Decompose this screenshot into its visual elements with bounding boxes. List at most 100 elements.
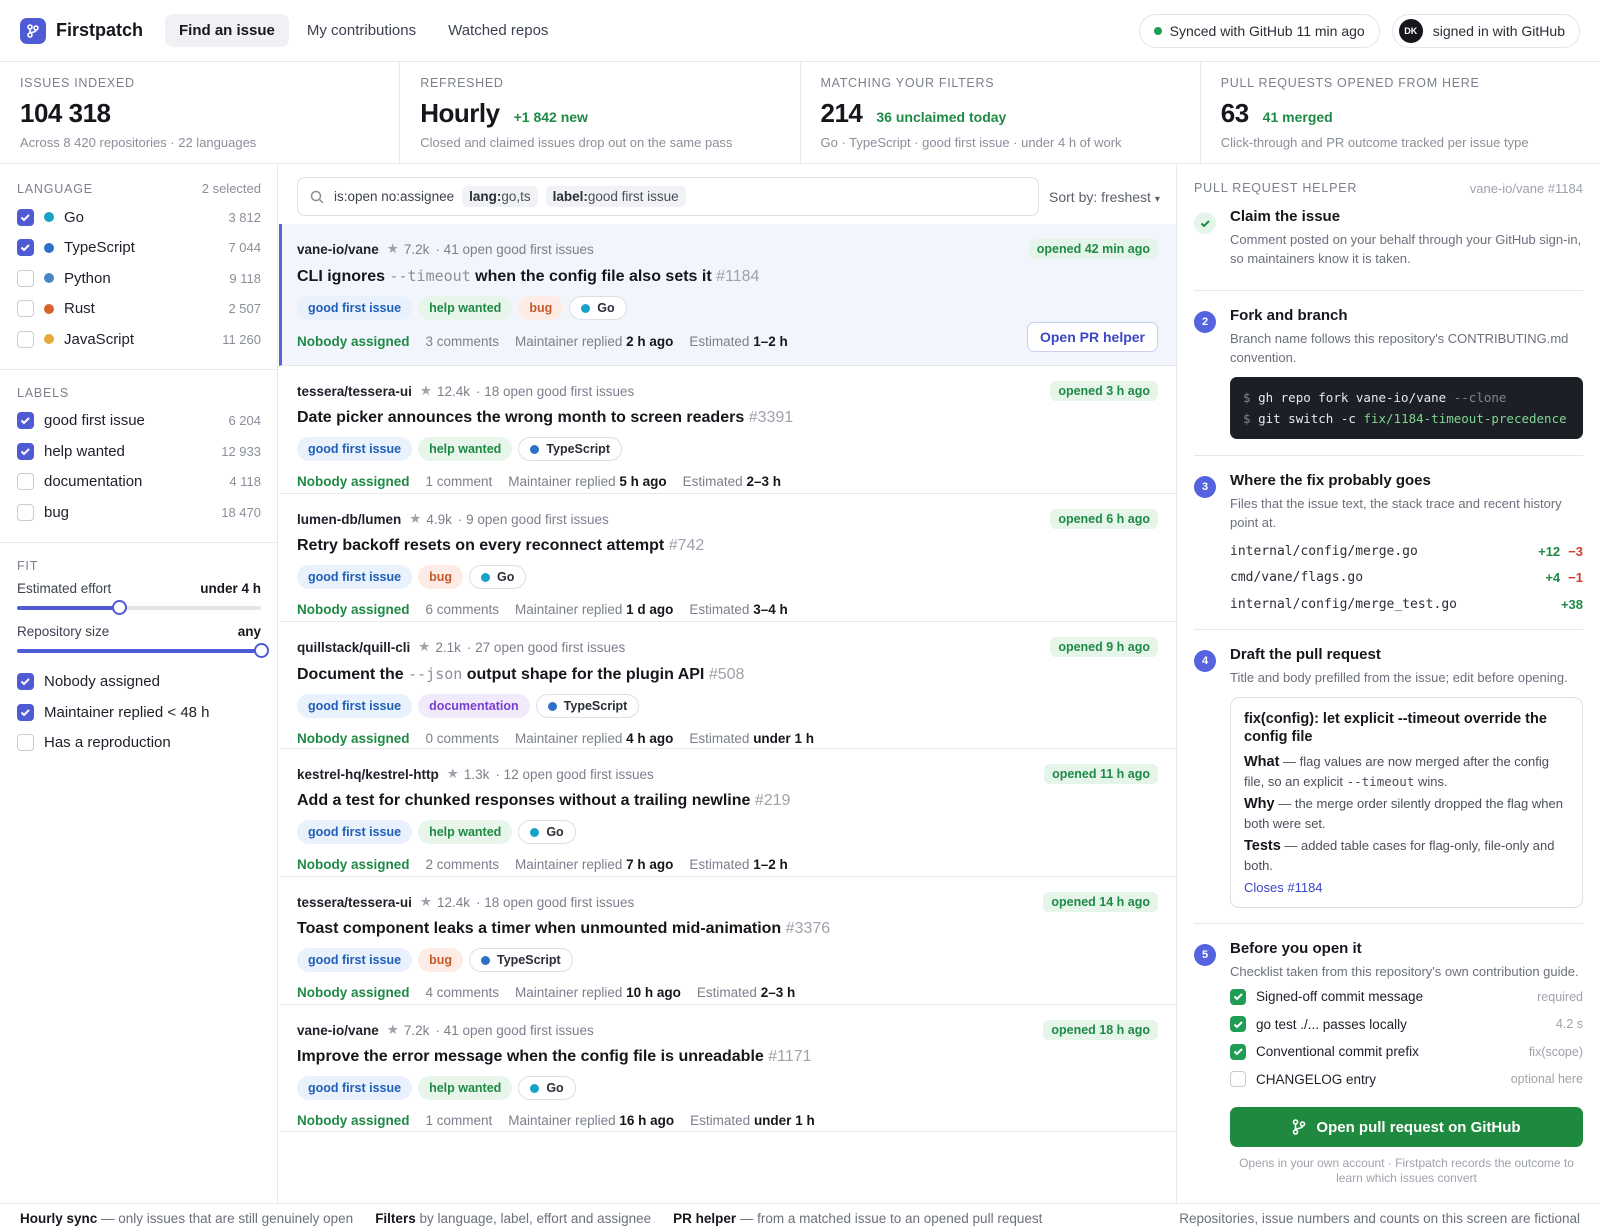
issue-title[interactable]: CLI ignores --timeout when the config fi… bbox=[297, 267, 1158, 286]
checkbox[interactable] bbox=[17, 473, 34, 491]
repo-name[interactable]: quillstack/quill-cli bbox=[297, 640, 410, 655]
issue-title[interactable]: Document the --json output shape for the… bbox=[297, 665, 1158, 684]
tag-good-first-issue[interactable]: good first issue bbox=[297, 437, 413, 461]
closes-issue-link[interactable]: Closes #1184 bbox=[1244, 880, 1569, 895]
tag-good-first-issue[interactable]: good first issue bbox=[297, 296, 413, 320]
language-filter-python[interactable]: Python 9 118 bbox=[17, 263, 261, 294]
checkbox[interactable] bbox=[1230, 988, 1246, 1005]
file-row[interactable]: internal/config/merge_test.go +38 bbox=[1230, 591, 1583, 618]
repo-name[interactable]: vane-io/vane bbox=[297, 1023, 379, 1038]
tab-find-an-issue[interactable]: Find an issue bbox=[165, 14, 289, 47]
checkbox[interactable] bbox=[17, 412, 34, 430]
tag-good-first-issue[interactable]: good first issue bbox=[297, 565, 413, 589]
checkbox[interactable] bbox=[17, 503, 34, 521]
step-claim: Claim the issue Comment posted on your b… bbox=[1194, 196, 1583, 291]
file-row[interactable]: internal/config/merge.go +12 −3 bbox=[1230, 538, 1583, 565]
effort-slider[interactable] bbox=[17, 599, 261, 615]
issue-row[interactable]: tessera/tessera-ui ★ 12.4k · 18 open good f… bbox=[279, 877, 1176, 1005]
checkbox[interactable] bbox=[17, 208, 34, 226]
label-filter-help-wanted[interactable]: help wanted 12 933 bbox=[17, 436, 261, 467]
assignee-status: Nobody assigned bbox=[297, 1113, 410, 1128]
fit-option[interactable]: Has a reproduction bbox=[17, 728, 261, 759]
language-filter-typescript[interactable]: TypeScript 7 044 bbox=[17, 233, 261, 264]
language-tag[interactable]: TypeScript bbox=[518, 437, 622, 461]
checklist-item[interactable]: go test ./... passes locally 4.2 s bbox=[1230, 1011, 1583, 1039]
open-pull-request-button[interactable]: Open pull request on GitHub bbox=[1230, 1107, 1583, 1147]
checkbox[interactable] bbox=[1230, 1071, 1246, 1088]
tag-help-wanted[interactable]: help wanted bbox=[418, 296, 513, 320]
tag-documentation[interactable]: documentation bbox=[418, 694, 530, 718]
language-tag[interactable]: Go bbox=[469, 565, 527, 589]
language-filter-go[interactable]: Go 3 812 bbox=[17, 202, 261, 233]
account-pill[interactable]: DK signed in with GitHub bbox=[1391, 13, 1580, 48]
issue-row[interactable]: lumen-db/lumen ★ 4.9k · 9 open good first i… bbox=[279, 494, 1176, 622]
checkbox[interactable] bbox=[17, 269, 34, 287]
caret-down-icon: ▾ bbox=[1154, 194, 1160, 205]
tag-bug[interactable]: bug bbox=[418, 948, 463, 972]
language-tag[interactable]: TypeScript bbox=[469, 948, 573, 972]
checkbox[interactable] bbox=[17, 442, 34, 460]
issue-title[interactable]: Toast component leaks a timer when unmou… bbox=[297, 920, 1158, 938]
repo-name[interactable]: tessera/tessera-ui bbox=[297, 895, 412, 910]
label-filter-documentation[interactable]: documentation 4 118 bbox=[17, 467, 261, 498]
search-chip-label[interactable]: label:good first issue bbox=[545, 186, 686, 207]
issue-row[interactable]: quillstack/quill-cli ★ 2.1k · 27 open good … bbox=[279, 622, 1176, 749]
repo-name[interactable]: vane-io/vane bbox=[297, 242, 379, 257]
tag-help-wanted[interactable]: help wanted bbox=[418, 820, 513, 844]
checkbox[interactable] bbox=[1230, 1016, 1246, 1033]
language-tag[interactable]: Go bbox=[518, 1076, 576, 1100]
label-filter-bug[interactable]: bug 18 470 bbox=[17, 497, 261, 528]
tag-bug[interactable]: bug bbox=[418, 565, 463, 589]
maintainer-replied: Maintainer replied 5 h ago bbox=[508, 474, 666, 489]
tab-watched-repos[interactable]: Watched repos bbox=[434, 14, 562, 47]
language-filter-javascript[interactable]: JavaScript 11 260 bbox=[17, 324, 261, 355]
language-tag[interactable]: Go bbox=[569, 296, 627, 320]
tag-good-first-issue[interactable]: good first issue bbox=[297, 1076, 413, 1100]
checkbox[interactable] bbox=[17, 734, 34, 752]
repo-size-slider-handle[interactable] bbox=[254, 642, 269, 658]
repo-name[interactable]: tessera/tessera-ui bbox=[297, 384, 412, 399]
issue-row[interactable]: tessera/tessera-ui ★ 12.4k · 18 open good f… bbox=[279, 366, 1176, 494]
pr-draft-card[interactable]: fix(config): let explicit --timeout over… bbox=[1230, 697, 1583, 908]
sync-status-pill[interactable]: Synced with GitHub 11 min ago bbox=[1138, 13, 1380, 48]
language-tag[interactable]: TypeScript bbox=[535, 694, 640, 718]
issue-title[interactable]: Date picker announces the wrong month to… bbox=[297, 409, 1158, 427]
checkbox[interactable] bbox=[17, 330, 34, 348]
issue-row[interactable]: kestrel-hq/kestrel-http ★ 1.3k · 12 open go… bbox=[279, 749, 1176, 877]
checkbox[interactable] bbox=[17, 673, 34, 691]
checkbox[interactable] bbox=[17, 703, 34, 721]
checklist-item[interactable]: CHANGELOG entry optional here bbox=[1230, 1066, 1583, 1094]
checklist-item[interactable]: Conventional commit prefix fix(scope) bbox=[1230, 1038, 1583, 1066]
checkbox[interactable] bbox=[17, 239, 34, 257]
label-filter-good-first-issue[interactable]: good first issue 6 204 bbox=[17, 406, 261, 437]
language-tag[interactable]: Go bbox=[518, 820, 576, 844]
issue-title[interactable]: Improve the error message when the confi… bbox=[297, 1048, 1158, 1066]
tag-bug[interactable]: bug bbox=[518, 296, 564, 320]
repo-name[interactable]: kestrel-hq/kestrel-http bbox=[297, 767, 439, 782]
search-input[interactable]: is:open no:assignee lang:go,ts label:goo… bbox=[297, 177, 1039, 216]
search-chip-language[interactable]: lang:go,ts bbox=[462, 186, 538, 207]
fit-option[interactable]: Maintainer replied < 48 h bbox=[17, 697, 261, 728]
tag-good-first-issue[interactable]: good first issue bbox=[297, 948, 413, 972]
file-row[interactable]: cmd/vane/flags.go +4 −1 bbox=[1230, 565, 1583, 592]
sort-dropdown[interactable]: Sort by: freshest ▾ bbox=[1049, 189, 1160, 205]
tag-help-wanted[interactable]: help wanted bbox=[418, 437, 513, 461]
checkbox[interactable] bbox=[1230, 1043, 1246, 1060]
open-pr-helper-button[interactable]: Open PR helper bbox=[1026, 322, 1158, 352]
issue-row[interactable]: vane-io/vane ★ 7.2k · 41 open good first is… bbox=[279, 1005, 1176, 1132]
effort-slider-handle[interactable] bbox=[112, 599, 128, 615]
tab-my-contributions[interactable]: My contributions bbox=[293, 14, 430, 47]
issue-row[interactable]: vane-io/vane ★ 7.2k · 41 open good first is… bbox=[279, 224, 1176, 366]
terminal-commands[interactable]: $ gh repo fork vane-io/vane --clone $ gi… bbox=[1230, 377, 1583, 439]
fit-option[interactable]: Nobody assigned bbox=[17, 667, 261, 698]
tag-good-first-issue[interactable]: good first issue bbox=[297, 694, 413, 718]
checklist-item[interactable]: Signed-off commit message required bbox=[1230, 983, 1583, 1011]
tag-help-wanted[interactable]: help wanted bbox=[418, 1076, 513, 1100]
checkbox[interactable] bbox=[17, 300, 34, 318]
issue-title[interactable]: Add a test for chunked responses without… bbox=[297, 792, 1158, 810]
language-filter-rust[interactable]: Rust 2 507 bbox=[17, 294, 261, 325]
issue-title[interactable]: Retry backoff resets on every reconnect … bbox=[297, 537, 1158, 555]
repo-name[interactable]: lumen-db/lumen bbox=[297, 512, 401, 527]
tag-good-first-issue[interactable]: good first issue bbox=[297, 820, 413, 844]
repo-size-slider[interactable] bbox=[17, 642, 269, 658]
